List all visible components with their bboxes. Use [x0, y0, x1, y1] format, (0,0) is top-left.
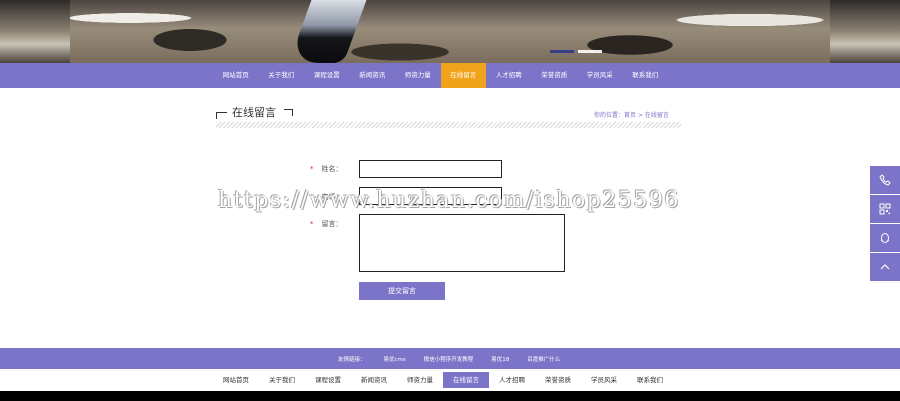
- friend-link[interactable]: 微信小程序开发教程: [424, 355, 474, 363]
- friend-link[interactable]: 百度推广什么: [527, 355, 560, 363]
- footer-nav-honors[interactable]: 荣誉资质: [535, 372, 581, 388]
- section-divider: [216, 122, 681, 128]
- main-nav: 网站首页 关于我们 课程设置 新闻资讯 师资力量 在线留言 人才招聘 荣誉资质 …: [0, 63, 900, 88]
- required-mark: *: [310, 165, 314, 173]
- banner-image: [70, 0, 830, 63]
- back-to-top-icon[interactable]: [870, 253, 900, 281]
- watermark: https://www.huzhan.com/ishop25596: [218, 188, 680, 213]
- friend-link[interactable]: 易优cms: [384, 355, 406, 363]
- phone-icon[interactable]: [870, 166, 900, 194]
- footer-nav-home[interactable]: 网站首页: [213, 372, 259, 388]
- submit-button[interactable]: 提交留言: [359, 282, 445, 300]
- page-title-text: 在线留言: [232, 106, 276, 119]
- message-label: * 留言：: [310, 220, 343, 228]
- nav-item-news[interactable]: 新闻资讯: [350, 63, 396, 88]
- slider-dot[interactable]: [578, 50, 602, 53]
- nav-item-students[interactable]: 学员风采: [577, 63, 623, 88]
- footer-nav: 网站首页 关于我们 课程设置 新闻资讯 师资力量 在线留言 人才招聘 荣誉资质 …: [0, 369, 900, 391]
- friend-links-label: 友情链接：: [338, 357, 366, 363]
- footer-nav-courses[interactable]: 课程设置: [305, 372, 351, 388]
- qrcode-icon[interactable]: [870, 195, 900, 223]
- footer-nav-news[interactable]: 新闻资讯: [351, 372, 397, 388]
- nav-item-home[interactable]: 网站首页: [213, 63, 259, 88]
- nav-item-guestbook[interactable]: 在线留言: [440, 63, 486, 88]
- footer-nav-about[interactable]: 关于我们: [259, 372, 305, 388]
- bottom-bar: [0, 391, 900, 401]
- nav-item-courses[interactable]: 课程设置: [304, 63, 350, 88]
- footer-nav-jobs[interactable]: 人才招聘: [489, 372, 535, 388]
- nav-item-about[interactable]: 关于我们: [259, 63, 305, 88]
- name-label: * 姓名：: [310, 165, 343, 173]
- footer-nav-contact[interactable]: 联系我们: [627, 372, 673, 388]
- banner-left-edge: [0, 0, 70, 63]
- footer-nav-guestbook[interactable]: 在线留言: [443, 372, 489, 388]
- footer-nav-teachers[interactable]: 师资力量: [397, 372, 443, 388]
- title-bracket-right: [284, 109, 293, 116]
- slider-dots: [550, 50, 602, 53]
- side-toolbar: [870, 166, 900, 282]
- nav-item-contact[interactable]: 联系我们: [623, 63, 669, 88]
- breadcrumb[interactable]: 你的位置：首页 > 在线留言: [594, 110, 669, 119]
- nav-item-jobs[interactable]: 人才招聘: [486, 63, 532, 88]
- required-mark: *: [310, 220, 314, 228]
- footer-nav-students[interactable]: 学员风采: [581, 372, 627, 388]
- hero-banner: [0, 0, 900, 63]
- qq-icon[interactable]: [870, 224, 900, 252]
- slider-dot[interactable]: [550, 50, 574, 53]
- friend-link[interactable]: 易优18: [491, 355, 509, 363]
- nav-item-teachers[interactable]: 师资力量: [395, 63, 441, 88]
- title-bracket-left: [216, 112, 227, 119]
- nav-item-honors[interactable]: 荣誉资质: [532, 63, 578, 88]
- name-field[interactable]: [359, 160, 502, 178]
- banner-right-edge: [830, 0, 900, 63]
- message-textarea[interactable]: [359, 214, 565, 272]
- friend-links-bar: 友情链接： 易优cms 微信小程序开发教程 易优18 百度推广什么: [0, 348, 900, 369]
